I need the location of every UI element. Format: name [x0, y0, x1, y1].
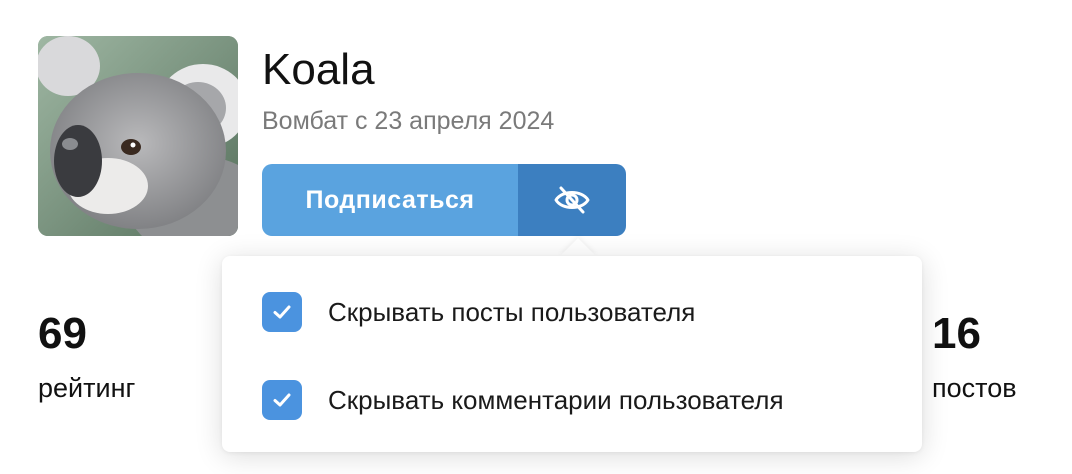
- hide-comments-checkbox[interactable]: [262, 380, 302, 420]
- rating-value: 69: [38, 309, 87, 358]
- koala-photo: [38, 36, 238, 236]
- checkmark-icon: [273, 305, 291, 319]
- hide-user-button[interactable]: [518, 164, 626, 236]
- posts-value: 16: [932, 309, 981, 358]
- profile-since: Вомбат с 23 апреля 2024: [262, 107, 555, 135]
- profile-name: Koala: [262, 45, 375, 94]
- option-hide-posts[interactable]: Скрывать посты пользователя: [262, 292, 695, 332]
- subscribe-button[interactable]: Подписаться: [262, 164, 518, 236]
- avatar: [38, 36, 238, 236]
- hide-posts-checkbox[interactable]: [262, 292, 302, 332]
- popover-arrow: [560, 238, 596, 256]
- posts-label: постов: [932, 373, 1017, 403]
- eye-slash-icon: [554, 186, 590, 214]
- rating-label: рейтинг: [38, 373, 136, 403]
- option-label: Скрывать посты пользователя: [328, 297, 696, 327]
- checkmark-icon: [273, 393, 291, 407]
- profile-actions: Подписаться: [262, 164, 626, 236]
- option-label: Скрывать комментарии пользователя: [328, 385, 784, 415]
- hide-options-popover: Скрывать посты пользователя Скрывать ком…: [222, 256, 922, 452]
- option-hide-comments[interactable]: Скрывать комментарии пользователя: [262, 380, 784, 420]
